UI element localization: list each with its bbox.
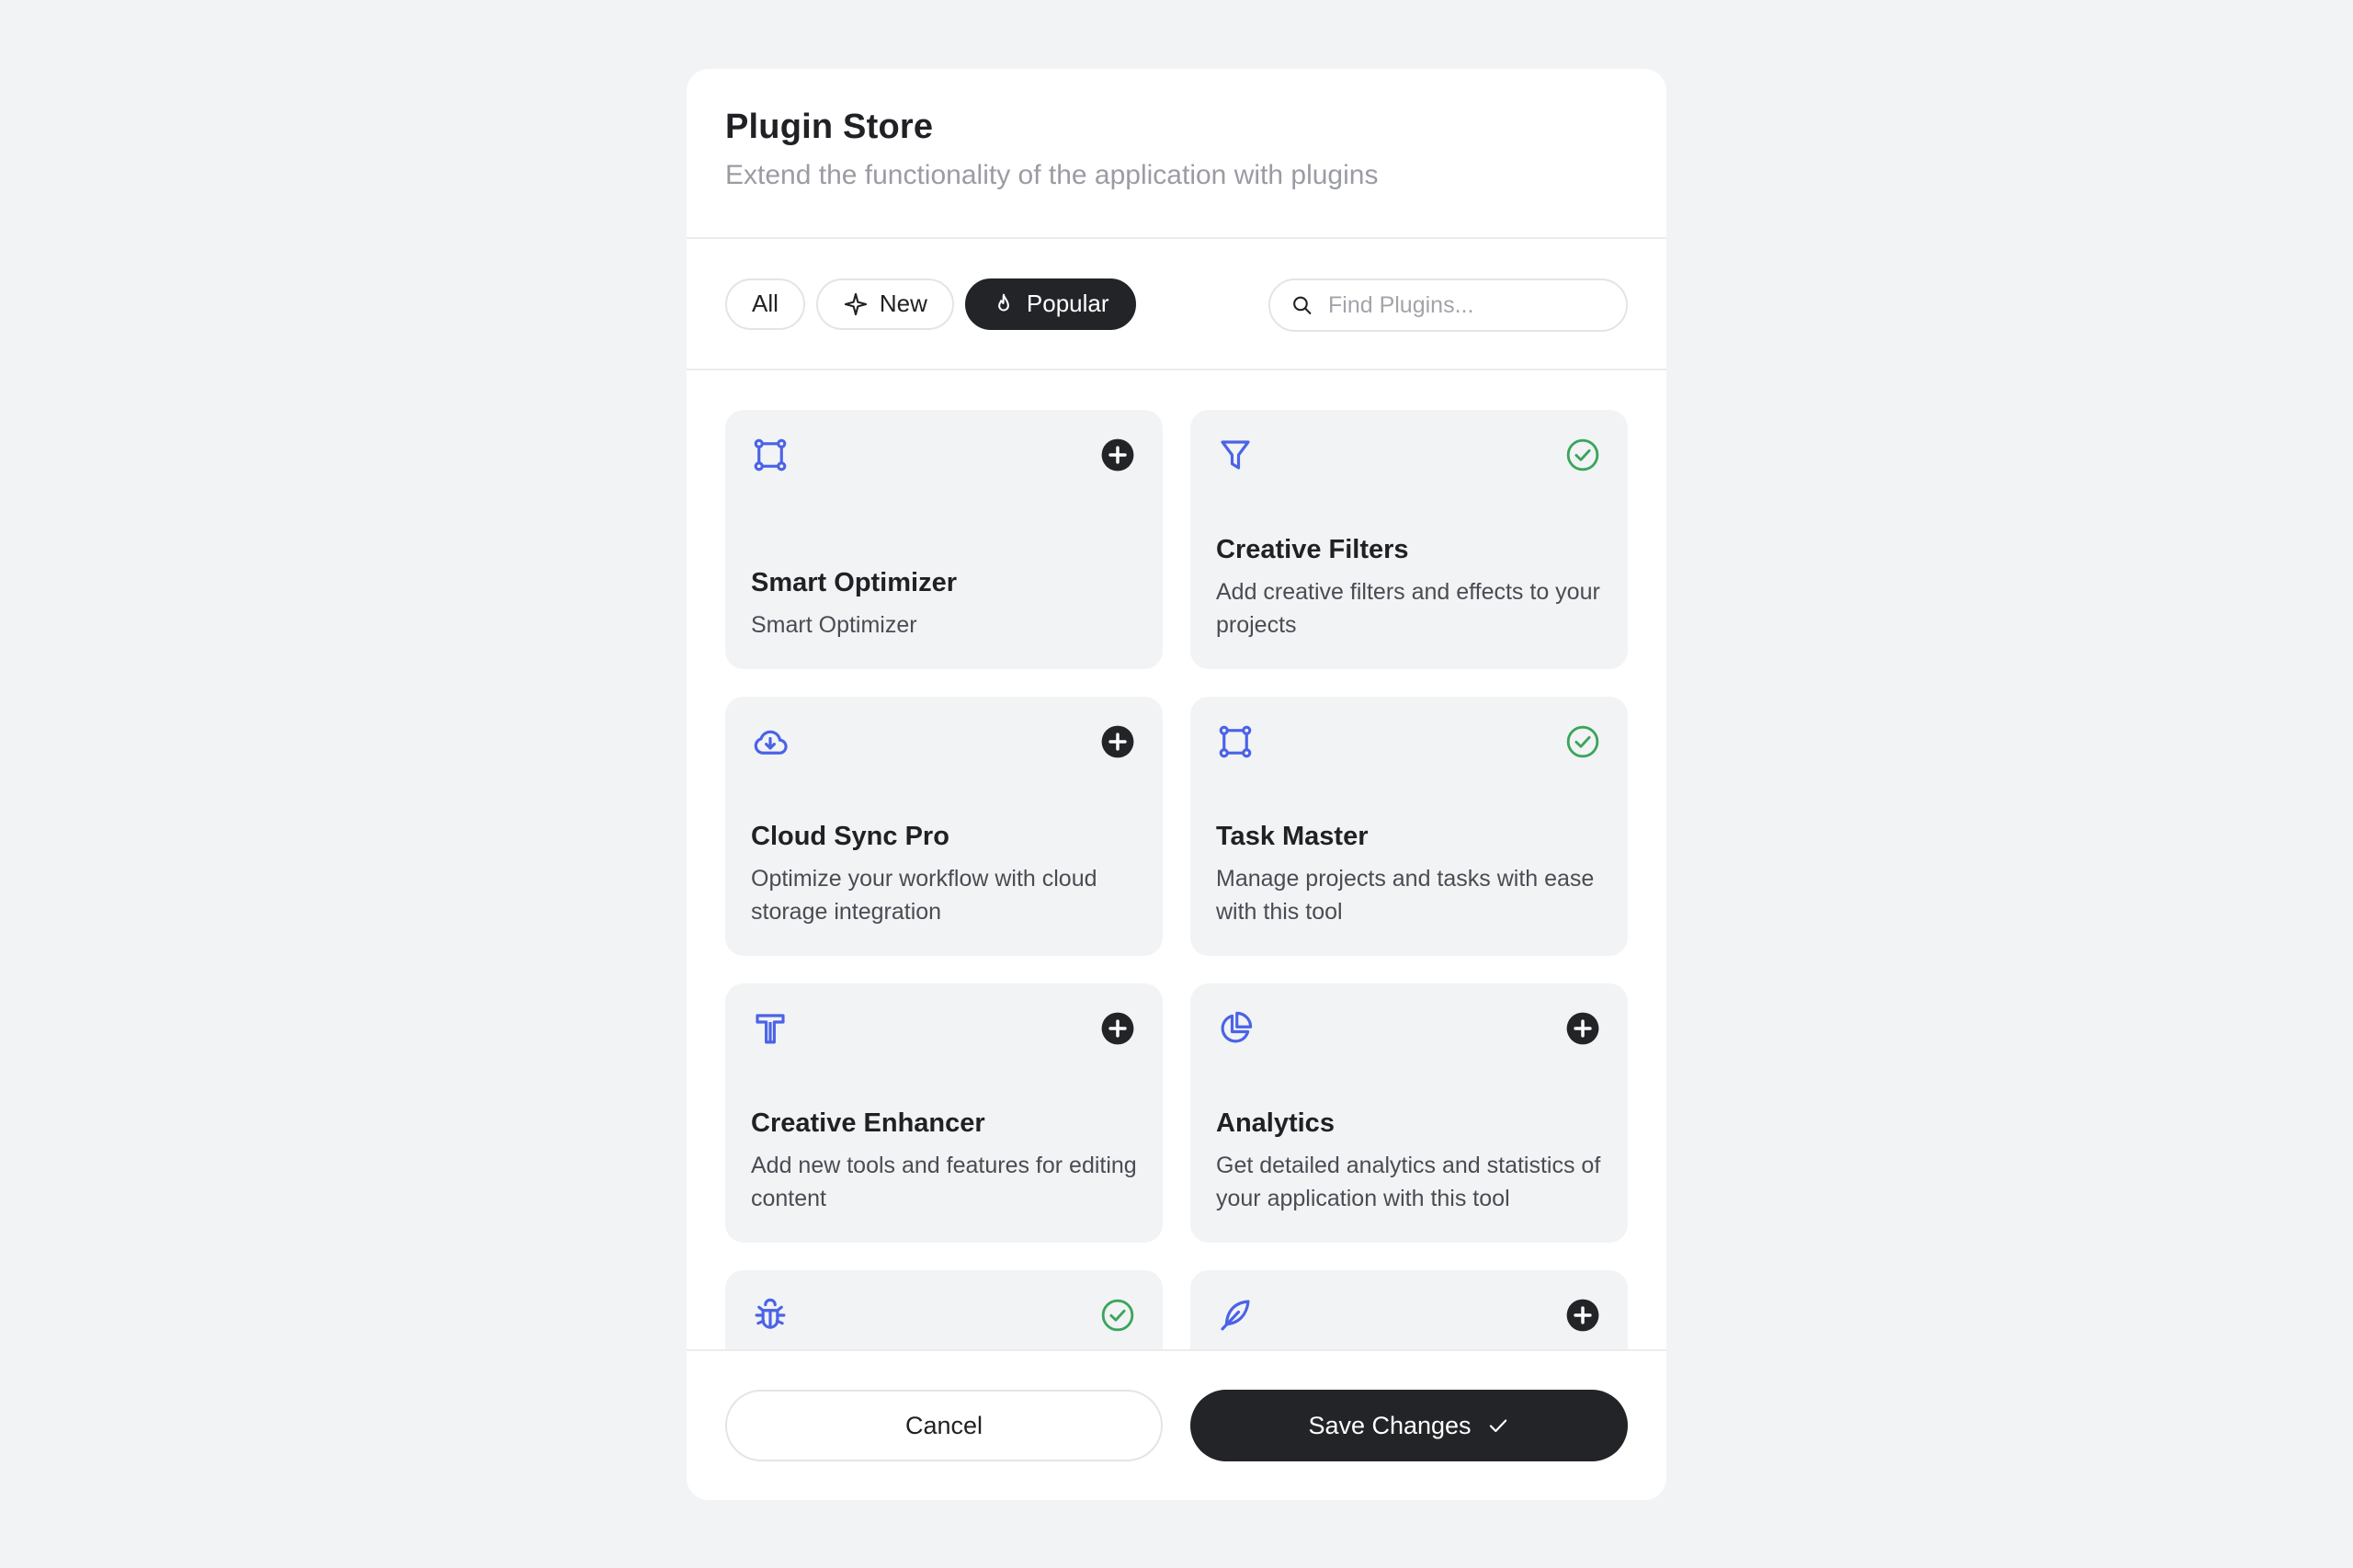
filter-all-button[interactable]: All	[725, 278, 805, 330]
vector-square-icon	[1219, 725, 1252, 758]
bug-icon	[755, 1298, 786, 1329]
plugin-text: Creative Filters Add creative filters an…	[1216, 533, 1606, 642]
filter-label: New	[879, 290, 927, 317]
plugin-card[interactable]: Analytics Get detailed analytics and sta…	[1190, 983, 1628, 1243]
search-input[interactable]	[1326, 290, 1606, 320]
add-plugin-icon[interactable]	[1100, 1011, 1135, 1046]
search-box	[1268, 278, 1628, 332]
plugin-card[interactable]: Task Master Manage projects and tasks wi…	[1190, 697, 1628, 956]
cancel-button[interactable]: Cancel	[725, 1390, 1163, 1461]
plugin-list-scroll[interactable]: Smart Optimizer Smart Optimizer Creative…	[687, 370, 1666, 1418]
plugin-card[interactable]: Creative Enhancer Add new tools and feat…	[725, 983, 1163, 1243]
plugin-description: Add new tools and features for editing c…	[751, 1153, 1137, 1211]
dialog-title: Plugin Store	[725, 108, 934, 146]
flame-icon	[998, 293, 1009, 311]
dialog-footer: Cancel Save Changes	[687, 1349, 1666, 1500]
funnel-icon	[1221, 440, 1250, 470]
add-plugin-icon[interactable]	[1565, 1011, 1600, 1046]
cancel-button-label: Cancel	[904, 1411, 983, 1439]
plugin-card[interactable]: Smart Optimizer Smart Optimizer	[725, 410, 1163, 669]
plugin-name: Task Master	[1216, 822, 1369, 851]
plugin-text: Creative Enhancer Add new tools and feat…	[751, 1107, 1141, 1215]
plugin-description: Add creative filters and effects to your…	[1216, 579, 1600, 638]
dialog-subtitle: Extend the functionality of the applicat…	[725, 160, 1379, 190]
installed-check-icon[interactable]	[1565, 724, 1600, 759]
sparkle-icon	[844, 292, 868, 315]
dialog-header: Plugin Store Extend the functionality of…	[687, 69, 1666, 239]
filter-toolbar: All New Popular	[687, 239, 1666, 370]
installed-check-icon[interactable]	[1565, 437, 1600, 472]
plugin-name: Cloud Sync Pro	[751, 822, 949, 851]
plugin-description: Get detailed analytics and statistics of…	[1216, 1153, 1601, 1211]
installed-check-icon[interactable]	[1100, 1298, 1135, 1333]
feather-icon	[1221, 1300, 1250, 1331]
pie-chart-icon	[1221, 1011, 1253, 1043]
save-button-label: Save Changes	[1308, 1411, 1472, 1439]
cloud-download-icon	[754, 730, 788, 755]
plugin-text: Smart Optimizer Smart Optimizer	[751, 566, 1141, 642]
filter-label: All	[752, 290, 779, 317]
plugin-name: Creative Filters	[1216, 535, 1409, 564]
checkmark-icon	[1489, 1419, 1506, 1433]
filter-new-button[interactable]: New	[815, 278, 954, 330]
plugin-text: Cloud Sync Pro Optimize your workflow wi…	[751, 820, 1141, 928]
plugin-text: Analytics Get detailed analytics and sta…	[1216, 1107, 1606, 1215]
plugin-name: Analytics	[1216, 1108, 1335, 1138]
plugin-name: Smart Optimizer	[751, 568, 957, 597]
add-plugin-icon[interactable]	[1100, 437, 1135, 472]
plugin-description: Smart Optimizer	[751, 612, 917, 638]
add-plugin-icon[interactable]	[1100, 724, 1135, 759]
filter-popular-button[interactable]: Popular	[964, 278, 1136, 330]
plugin-text: Task Master Manage projects and tasks wi…	[1216, 820, 1606, 928]
plugin-card[interactable]: Cloud Sync Pro Optimize your workflow wi…	[725, 697, 1163, 956]
search-icon	[1293, 296, 1312, 314]
vector-square-icon	[754, 438, 787, 472]
plugin-store-dialog: Plugin Store Extend the functionality of…	[687, 69, 1666, 1500]
filter-label: Popular	[1026, 290, 1109, 317]
plugin-card[interactable]: Creative Filters Add creative filters an…	[1190, 410, 1628, 669]
text-tool-icon	[756, 1014, 785, 1044]
save-changes-button[interactable]: Save Changes	[1190, 1390, 1628, 1461]
plugin-name: Creative Enhancer	[751, 1108, 985, 1138]
plugin-grid: Smart Optimizer Smart Optimizer Creative…	[725, 410, 1628, 1418]
plugin-description: Manage projects and tasks with ease with…	[1216, 866, 1595, 925]
add-plugin-icon[interactable]	[1565, 1298, 1600, 1333]
plugin-description: Optimize your workflow with cloud storag…	[751, 866, 1097, 925]
